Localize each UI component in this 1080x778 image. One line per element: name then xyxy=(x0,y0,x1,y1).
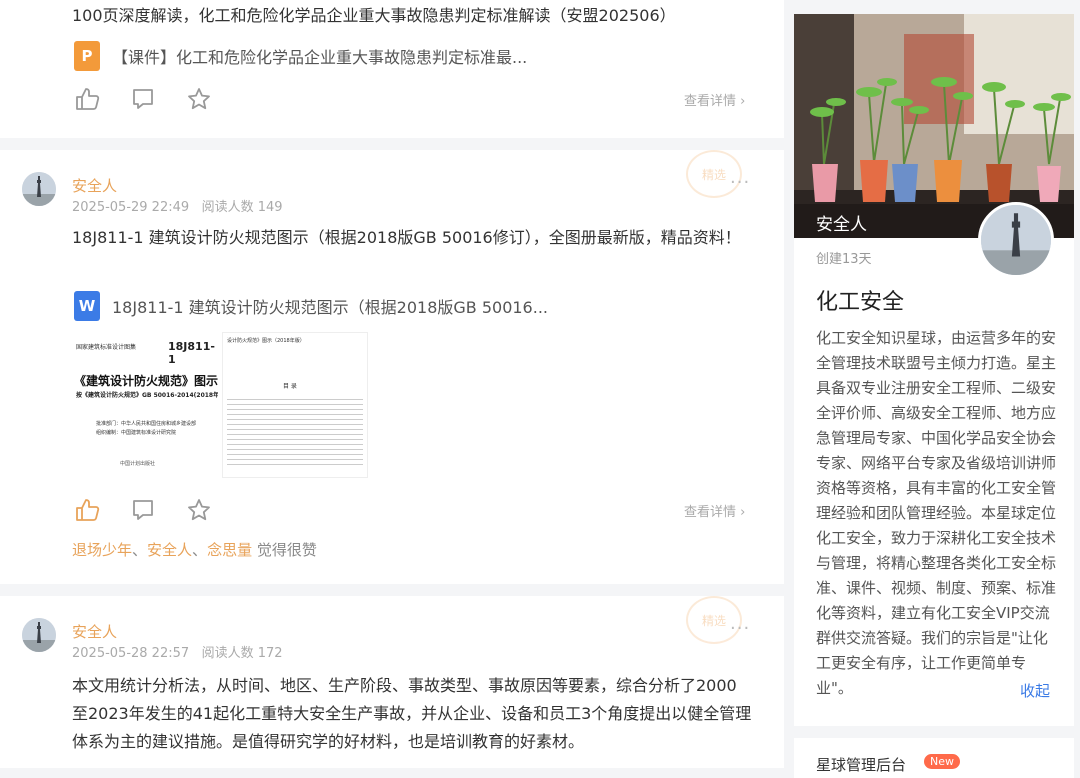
thumb-sub: 按《建筑设计防火规范》GB 50016-2014(2018年版)编制 xyxy=(76,392,218,399)
separator: 、 xyxy=(192,541,208,559)
thumb-header: 设计防火规范》图示（2018年版） xyxy=(227,338,305,344)
comment-icon[interactable] xyxy=(130,86,156,112)
attachment-title: 18J811-1 建筑设计防火规范图示（根据2018版GB 50016... xyxy=(112,298,548,317)
image-thumbnail[interactable]: 国家建筑标准设计图集 18J811-1 《建筑设计防火规范》图示 按《建筑设计防… xyxy=(72,332,218,478)
word-file-icon: W xyxy=(74,291,100,321)
thumb-org1: 批准部门：中华人民共和国住房和城乡建设部 xyxy=(96,421,197,427)
post-card: 精选 安全人 2025-05-28 22:57 阅读人数 172 ··· 本文用… xyxy=(0,596,784,768)
plants-cover-image xyxy=(794,14,1074,238)
liker-name[interactable]: 退场少年 xyxy=(72,541,132,559)
thumb-footer: 中国计划出版社 xyxy=(120,461,156,467)
post-time: 2025-05-28 22:57 xyxy=(72,646,190,661)
view-details-link[interactable]: 查看详情 › xyxy=(684,501,745,520)
view-details-link[interactable]: 查看详情 › xyxy=(684,90,745,109)
like-icon[interactable] xyxy=(74,86,100,112)
tower-avatar-icon xyxy=(22,172,56,206)
like-icon[interactable] xyxy=(74,497,100,523)
attachment-title: 【课件】化工和危险化学品企业重大事故隐患判定标准最... xyxy=(112,48,528,67)
view-details-label: 查看详情 xyxy=(684,505,737,520)
liker-name[interactable]: 安全人 xyxy=(147,541,192,559)
ppt-file-icon: P xyxy=(74,41,100,71)
post-actions: 查看详情 › xyxy=(74,86,754,112)
post-meta: 2025-05-28 22:57 阅读人数 172 xyxy=(72,642,283,661)
post-feed: 100页深度解读，化工和危险化学品企业重大事故隐患判定标准解读（安盟202506… xyxy=(0,0,784,768)
read-count: 阅读人数 149 xyxy=(201,200,283,215)
likes-suffix: 觉得很赞 xyxy=(256,541,317,559)
star-icon[interactable] xyxy=(186,497,212,523)
separator: 、 xyxy=(132,541,148,559)
image-thumbnail[interactable]: 设计防火规范》图示（2018年版） 目 录 xyxy=(222,332,368,478)
thumb-code: 18J811-1 xyxy=(168,340,215,366)
thumb-lines xyxy=(227,395,363,465)
attachment-link[interactable]: W 18J811-1 建筑设计防火规范图示（根据2018版GB 50016... xyxy=(74,290,548,322)
avatar[interactable] xyxy=(22,172,56,206)
post-text: 本文用统计分析法，从时间、地区、生产阶段、事故类型、事故原因等要素，综合分析了2… xyxy=(72,676,752,751)
admin-label: 星球管理后台 xyxy=(816,756,907,774)
liker-name[interactable]: 念思量 xyxy=(207,541,252,559)
planet-description: 化工安全知识星球，由运营多年的安全管理技术联盟号主倾力打造。星主具备双专业注册安… xyxy=(816,329,1057,697)
thumb-toc: 目 录 xyxy=(283,383,297,390)
post-card: 精选 安全人 2025-05-29 22:49 阅读人数 149 ··· 18J… xyxy=(0,150,784,584)
avatar[interactable] xyxy=(22,618,56,652)
read-count: 阅读人数 172 xyxy=(201,646,283,661)
tower-avatar-icon xyxy=(22,618,56,652)
more-options-icon[interactable]: ··· xyxy=(730,172,750,193)
post-actions: 查看详情 › xyxy=(74,497,754,523)
owner-avatar[interactable] xyxy=(978,202,1054,278)
author-name[interactable]: 安全人 xyxy=(72,175,117,196)
likes-line: 退场少年、安全人、念思量 觉得很赞 xyxy=(72,539,317,560)
post-meta: 2025-05-29 22:49 阅读人数 149 xyxy=(72,196,283,215)
comment-icon[interactable] xyxy=(130,497,156,523)
attachment-link[interactable]: P 【课件】化工和危险化学品企业重大事故隐患判定标准最... xyxy=(74,40,527,72)
new-badge: New xyxy=(924,754,960,769)
created-days: 创建13天 xyxy=(816,252,872,267)
star-icon[interactable] xyxy=(186,86,212,112)
post-time: 2025-05-29 22:49 xyxy=(72,200,190,215)
planet-title: 化工安全 xyxy=(816,290,905,315)
owner-name: 安全人 xyxy=(816,215,867,235)
thumb-org2: 组织编制：中国建筑标准设计研究院 xyxy=(96,430,177,436)
thumb-header: 国家建筑标准设计图集 xyxy=(76,344,137,351)
collapse-link[interactable]: 收起 xyxy=(1020,680,1050,701)
cover-image xyxy=(794,14,1074,238)
thumb-title: 《建筑设计防火规范》图示 xyxy=(74,374,218,388)
post-card: 100页深度解读，化工和危险化学品企业重大事故隐患判定标准解读（安盟202506… xyxy=(0,0,784,138)
view-details-label: 查看详情 xyxy=(684,94,737,109)
post-text: 100页深度解读，化工和危险化学品企业重大事故隐患判定标准解读（安盟202506… xyxy=(72,6,676,25)
author-name[interactable]: 安全人 xyxy=(72,621,117,642)
more-options-icon[interactable]: ··· xyxy=(730,618,750,639)
tower-avatar-icon xyxy=(981,205,1051,275)
post-text: 18J811-1 建筑设计防火规范图示（根据2018版GB 50016修订），全… xyxy=(72,228,741,247)
planet-admin-entry[interactable]: 星球管理后台 New xyxy=(794,738,1074,778)
planet-info-panel: 安全人 创建13天 化工安全 化工安全知识星球，由运营多年的安全管理技术联盟号主… xyxy=(794,14,1074,726)
